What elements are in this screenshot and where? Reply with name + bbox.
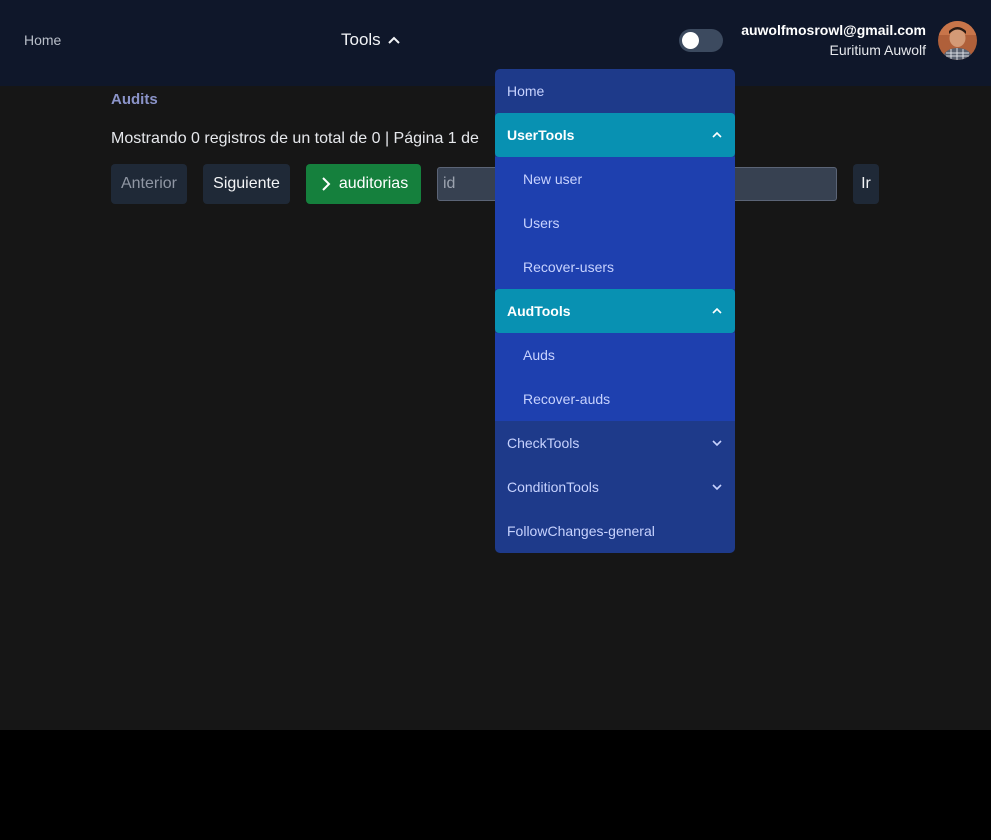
menu-item-label: Auds <box>523 347 555 363</box>
chevron-down-icon <box>712 440 722 447</box>
user-name: Euritium Auwolf <box>829 42 926 58</box>
menu-group-label: UserTools <box>507 127 575 143</box>
menu-item-label: Home <box>507 83 545 99</box>
audtools-submenu: Auds Recover-auds <box>495 333 735 421</box>
toggle-knob <box>682 32 699 49</box>
menu-item-home[interactable]: Home <box>495 69 735 113</box>
menu-item-new-user[interactable]: New user <box>495 157 735 201</box>
menu-group-usertools[interactable]: UserTools <box>495 113 735 157</box>
app-content: Home Tools auwolfmosrowl@gmail.com Eurit… <box>0 0 991 730</box>
avatar-image <box>938 21 977 60</box>
audits-button-label: auditorias <box>338 175 409 192</box>
theme-toggle[interactable] <box>679 29 723 52</box>
previous-button[interactable]: Anterior <box>111 164 187 204</box>
avatar[interactable] <box>938 21 977 60</box>
menu-item-recover-users[interactable]: Recover-users <box>495 245 735 289</box>
menu-item-recover-auds[interactable]: Recover-auds <box>495 377 735 421</box>
user-email: auwolfmosrowl@gmail.com <box>741 22 926 38</box>
menu-item-label: Recover-auds <box>523 391 611 407</box>
menu-item-users[interactable]: Users <box>495 201 735 245</box>
menu-item-label: Users <box>523 215 560 231</box>
menu-item-label: FollowChanges-general <box>507 523 655 539</box>
menu-group-label: ConditionTools <box>507 479 599 495</box>
nav-home-link[interactable]: Home <box>24 32 61 48</box>
pagination-info: Mostrando 0 registros de un total de 0 |… <box>111 130 479 147</box>
tools-menu-toggle[interactable]: Tools <box>341 30 401 50</box>
menu-item-label: Recover-users <box>523 259 615 275</box>
chevron-up-icon <box>712 131 722 138</box>
menu-item-auds[interactable]: Auds <box>495 333 735 377</box>
menu-group-conditiontools[interactable]: ConditionTools <box>495 465 735 509</box>
menu-item-label: New user <box>523 171 583 187</box>
menu-group-label: CheckTools <box>507 435 580 451</box>
menu-group-audtools[interactable]: AudTools <box>495 289 735 333</box>
chevron-down-icon <box>712 484 722 491</box>
tools-label: Tools <box>341 30 381 49</box>
tools-dropdown-menu: Home UserTools New user Users Recover-us… <box>495 69 735 553</box>
chevron-up-icon <box>387 36 400 44</box>
menu-group-checktools[interactable]: CheckTools <box>495 421 735 465</box>
chevron-right-icon <box>322 177 331 191</box>
audits-button[interactable]: auditorias <box>306 164 421 204</box>
page-title: Audits <box>111 91 158 108</box>
next-button[interactable]: Siguiente <box>203 164 290 204</box>
menu-item-followchanges-general[interactable]: FollowChanges-general <box>495 509 735 553</box>
menu-group-label: AudTools <box>507 303 571 319</box>
usertools-submenu: New user Users Recover-users <box>495 157 735 289</box>
chevron-up-icon <box>712 307 722 314</box>
go-button[interactable]: Ir <box>853 164 879 204</box>
